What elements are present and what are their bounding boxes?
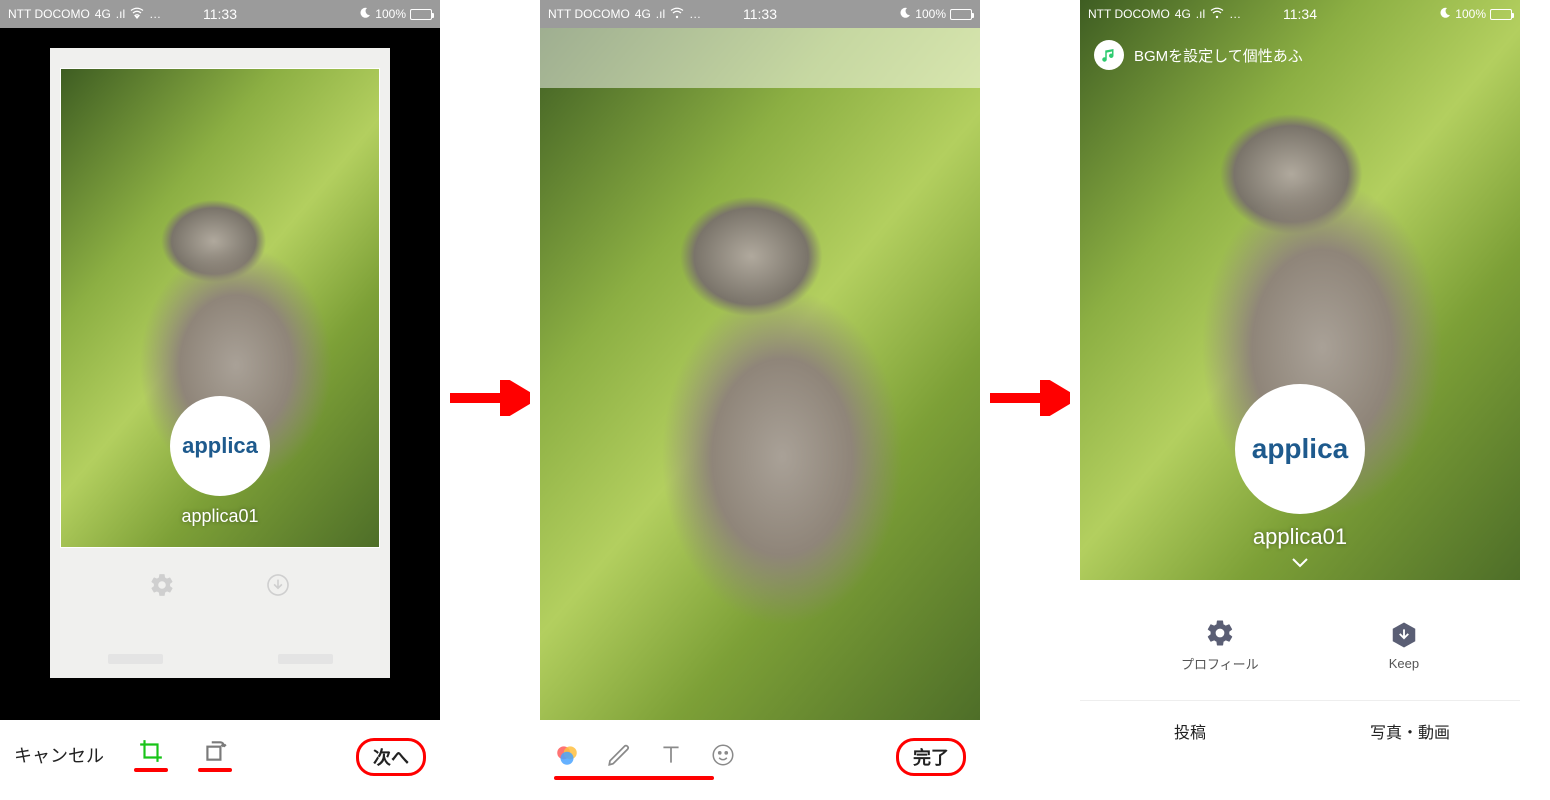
tab-media[interactable]: 写真・動画 [1300, 701, 1520, 760]
download-hex-icon [1389, 620, 1419, 650]
screen-edit: NTT DOCOMO 4G .ıl … 11:33 100% [540, 0, 980, 790]
network-label: 4G [95, 7, 111, 21]
chevron-down-icon[interactable] [1080, 556, 1520, 574]
moon-icon [899, 7, 911, 22]
background-image [540, 28, 980, 720]
profile-settings-button[interactable]: プロフィール [1181, 618, 1259, 673]
carrier-label: NTT DOCOMO [8, 7, 90, 21]
next-button[interactable]: 次へ [356, 738, 426, 776]
action-label: Keep [1389, 656, 1419, 671]
edit-canvas[interactable] [540, 28, 980, 720]
battery-pct-label: 100% [915, 7, 946, 21]
preview-card: applica applica01 [50, 48, 390, 678]
footer-toolbar: 完了 [540, 720, 980, 790]
battery-icon [1490, 9, 1512, 20]
carrier-label: NTT DOCOMO [1088, 7, 1170, 21]
screen-crop: NTT DOCOMO 4G .ıl … 11:33 100% applica a… [0, 0, 440, 790]
bgm-label: BGMを設定して個性あふ [1134, 45, 1303, 66]
battery-icon [950, 9, 972, 20]
more-icon: … [149, 7, 161, 21]
status-bar: NTT DOCOMO 4G .ıl … 11:33 100% [540, 0, 980, 28]
gear-icon [149, 572, 175, 598]
keep-button[interactable]: Keep [1389, 620, 1419, 671]
profile-tabs: 投稿 写真・動画 [1080, 700, 1520, 760]
placeholder-bar [108, 654, 163, 664]
highlight-underline [134, 768, 168, 772]
avatar-text: applica [182, 433, 258, 459]
profile-actions: プロフィール Keep [1080, 590, 1520, 700]
battery-pct-label: 100% [375, 7, 406, 21]
done-button[interactable]: 完了 [896, 738, 966, 776]
moon-icon [359, 7, 371, 22]
footer-toolbar: キャンセル 次へ [0, 720, 440, 790]
pencil-icon[interactable] [606, 742, 632, 768]
username-label: applica01 [50, 506, 390, 527]
signal-icon: .ıl [116, 7, 125, 21]
cancel-button[interactable]: キャンセル [14, 742, 104, 768]
signal-icon: .ıl [1196, 7, 1205, 21]
rotate-icon[interactable] [202, 738, 228, 764]
gear-icon [1205, 618, 1235, 648]
network-label: 4G [1175, 7, 1191, 21]
carrier-label: NTT DOCOMO [548, 7, 630, 21]
crop-icon[interactable] [138, 738, 164, 764]
more-icon: … [689, 7, 701, 21]
moon-icon [1439, 7, 1451, 22]
avatar-text: applica [1252, 433, 1348, 465]
download-icon [265, 572, 291, 598]
crop-canvas[interactable]: applica applica01 [0, 28, 440, 720]
more-icon: … [1229, 7, 1241, 21]
text-icon[interactable] [658, 742, 684, 768]
arrow-icon [990, 380, 1070, 416]
tab-posts[interactable]: 投稿 [1080, 701, 1300, 760]
wifi-icon [670, 7, 684, 22]
arrow-icon [450, 380, 530, 416]
avatar[interactable]: applica [1235, 384, 1365, 514]
battery-icon [410, 9, 432, 20]
username-label: applica01 [1080, 524, 1520, 550]
signal-icon: .ıl [656, 7, 665, 21]
highlight-underline [198, 768, 232, 772]
network-label: 4G [635, 7, 651, 21]
avatar: applica [170, 396, 270, 496]
action-label: プロフィール [1181, 654, 1259, 673]
screen-profile: NTT DOCOMO 4G .ıl … 11:34 100% BGM [1080, 0, 1520, 790]
filter-icon[interactable] [554, 742, 580, 768]
music-icon [1094, 40, 1124, 70]
status-bar: NTT DOCOMO 4G .ıl … 11:33 100% [0, 0, 440, 28]
battery-pct-label: 100% [1455, 7, 1486, 21]
highlight-underline [554, 776, 714, 780]
wifi-icon [130, 7, 144, 22]
top-fade [540, 28, 980, 88]
sticker-icon[interactable] [710, 742, 736, 768]
bgm-button[interactable]: BGMを設定して個性あふ [1094, 40, 1303, 70]
wifi-icon [1210, 7, 1224, 22]
placeholder-bar [278, 654, 333, 664]
status-bar: NTT DOCOMO 4G .ıl … 11:34 100% [1080, 0, 1520, 28]
